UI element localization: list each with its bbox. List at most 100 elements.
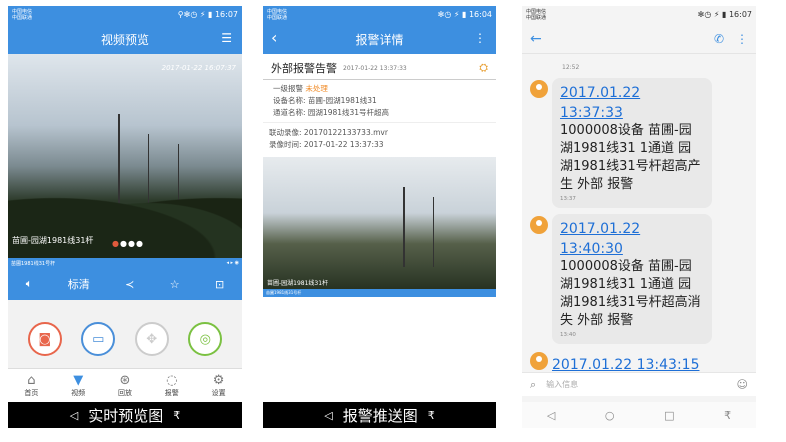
fullscreen-icon[interactable]: ⊡ — [215, 278, 224, 291]
message-bubble: 2017.01.22 13:37:33 1000008设备 苗圃-园湖1981线… — [552, 78, 712, 208]
quality-button[interactable]: 标清 — [68, 276, 90, 292]
camera-icon: ◙ — [38, 331, 52, 347]
status-bar: 中国电信 中国联通 ✻◷ ⚡︎ ▮ 16:04 — [263, 6, 496, 24]
level-label: 一级报警 — [273, 84, 303, 93]
record-value[interactable]: 20170122133733.mvr — [304, 128, 388, 137]
page-indicator: ●●●● — [112, 239, 144, 248]
live-video[interactable]: 2017-01-22 16:07:37 苗圃-园湖1981线31杆 ●●●● — [8, 54, 242, 258]
ptz-button[interactable]: ✥ — [134, 322, 169, 356]
camera-icon: ▼ — [73, 373, 84, 388]
alarm-title: 外部报警告警 — [271, 62, 337, 75]
back-triangle-icon: ◁ — [69, 408, 79, 422]
alarm-video[interactable]: 苗圃-园湖1981线31杆 苗圃1981线31号杆 — [263, 157, 496, 297]
record-button[interactable]: ▭ — [81, 322, 116, 356]
favorite-icon[interactable]: ☆ — [170, 278, 180, 291]
record-time-value: 2017-01-22 13:37:33 — [303, 140, 384, 149]
title-bar: 视频预览 ☰ — [8, 24, 242, 54]
alarm-time: 2017-01-22 13:37:33 — [343, 64, 407, 72]
ptz-icon: ✥ — [146, 331, 158, 347]
microphone-icon: ◎ — [199, 331, 211, 347]
back-arrow-icon[interactable]: ← — [530, 31, 542, 47]
more-vertical-icon[interactable]: ⋮ — [474, 31, 486, 45]
avatar — [530, 352, 548, 370]
time-link[interactable]: 2017.01.22 13:43:15 — [552, 357, 700, 373]
phone-alarm-detail: 中国电信 中国联通 ✻◷ ⚡︎ ▮ 16:04 ‹ 报警详情 ⋮ 外部报警告警 … — [263, 6, 496, 428]
message-bubble: 2017.01.22 13:40:30 1000008设备 苗圃-园湖1981线… — [552, 214, 712, 344]
video-camera-icon: ▭ — [92, 331, 105, 347]
video-caption: 苗圃-园湖1981线31杆 — [12, 236, 94, 245]
alarm-icon: ◌ — [166, 373, 178, 388]
menu-lines-icon[interactable]: ₹ — [724, 409, 731, 422]
caption-text: 实时预览图 — [88, 406, 164, 425]
nav-label: 视频 — [71, 389, 86, 397]
video-info-strip: 苗圃1981线31号杆 — [263, 289, 496, 297]
bottom-nav: ⌂ 首页 ▼ 视频 ⊛ 回放 ◌ 报警 ⚙ 设置 — [8, 368, 242, 402]
nav-video[interactable]: ▼ 视频 — [71, 373, 85, 398]
record-time-label: 录像时间: — [269, 140, 302, 149]
message-list: 12:52 2017.01.22 13:37:33 1000008设备 苗圃-园… — [522, 54, 756, 382]
message-meta: 13:40 — [560, 332, 576, 338]
channel-label: 通道名称: — [273, 108, 306, 117]
strip-label: 苗圃1981线31号杆 — [11, 261, 56, 267]
phone-live-preview: 中国电信 中国联通 ⚲✻◷ ⚡︎ ▮ 16:07 视频预览 ☰ 2017-01-… — [8, 6, 242, 428]
nav-alarm[interactable]: ◌ 报警 — [165, 373, 179, 398]
channel-value: 园湖1981线31号杆超高 — [307, 108, 390, 117]
message-meta: 12:52 — [562, 64, 580, 71]
nav-label: 设置 — [211, 389, 226, 397]
time-link[interactable]: 2017.01.22 13:37:33 — [560, 85, 640, 121]
status-bar: 中国电信 中国联通 ✻◷ ⚡︎ ▮ 16:07 — [522, 6, 756, 24]
home-icon: ⌂ — [27, 373, 36, 388]
more-vertical-icon[interactable]: ⋮ — [736, 32, 748, 46]
carrier-label: 中国电信 中国联通 — [526, 9, 547, 21]
video-timestamp: 2017-01-22 16:07:37 — [161, 64, 236, 72]
mute-icon[interactable]: 🔈︎ — [26, 277, 33, 291]
recents-square-icon[interactable]: □ — [664, 409, 674, 422]
nav-label: 首页 — [24, 389, 39, 397]
nav-home[interactable]: ⌂ 首页 — [24, 373, 38, 398]
power-tower — [433, 197, 434, 267]
menu-lines-icon: ₹ — [427, 408, 435, 422]
carrier-label: 中国电信 中国联通 — [267, 9, 288, 21]
video-controls: 🔈︎ 标清 ≺ ☆ ⊡ — [8, 268, 242, 300]
system-nav: ◁ ○ □ ₹ — [522, 402, 756, 428]
page-title: 视频预览 — [100, 32, 149, 47]
device-value: 苗圃-园湖1981线31 — [307, 96, 377, 105]
attachment-icon[interactable]: ⌕ — [530, 378, 536, 392]
status-icons: ⚲✻◷ ⚡︎ ▮ 16:07 — [177, 10, 238, 19]
back-triangle-icon: ◁ — [324, 408, 333, 422]
talk-button[interactable]: ◎ — [188, 322, 223, 356]
snapshot-button[interactable]: ◙ — [27, 322, 62, 356]
figure-caption: ◁ 报警推送图 ₹ — [263, 402, 496, 428]
back-triangle-icon[interactable]: ◁ — [547, 409, 555, 422]
share-icon[interactable]: ≺ — [125, 278, 134, 291]
status-bar: 中国电信 中国联通 ⚲✻◷ ⚡︎ ▮ 16:07 — [8, 6, 242, 24]
page-title: 报警详情 — [355, 32, 404, 47]
emoji-icon[interactable]: ☺ — [737, 378, 748, 391]
siren-icon: ⛭ — [479, 61, 488, 74]
message-input[interactable]: 输入信息 — [546, 379, 726, 390]
caption-text: 报警推送图 — [342, 406, 418, 425]
power-tower — [403, 187, 405, 267]
nav-playback[interactable]: ⊛ 回放 — [118, 373, 132, 398]
gear-icon: ⚙ — [212, 373, 225, 388]
back-arrow-icon[interactable]: ‹ — [271, 28, 277, 47]
phone-call-icon[interactable]: ✆ — [714, 32, 724, 46]
status-icons: ✻◷ ⚡︎ ▮ 16:07 — [697, 10, 752, 19]
home-circle-icon[interactable]: ○ — [605, 409, 615, 422]
alarm-info: 一级报警 未处理 设备名称: 苗圃-园湖1981线31 通道名称: 园湖1981… — [263, 80, 496, 122]
status-icons: ✻◷ ⚡︎ ▮ 16:04 — [437, 10, 492, 19]
phone-sms-alerts: 中国电信 中国联通 ✻◷ ⚡︎ ▮ 16:07 ← ✆ ⋮ 12:52 2017… — [522, 6, 756, 428]
message-item[interactable]: 2017.01.22 13:37:33 1000008设备 苗圃-园湖1981线… — [522, 74, 756, 210]
message-meta: 13:37 — [560, 196, 576, 202]
avatar — [530, 216, 548, 234]
nav-label: 回放 — [117, 389, 132, 397]
device-label: 设备名称: — [273, 96, 306, 105]
message-item[interactable]: 2017.01.22 13:40:30 1000008设备 苗圃-园湖1981线… — [522, 210, 756, 346]
nav-settings[interactable]: ⚙ 设置 — [212, 373, 226, 398]
video-info-strip: 苗圃1981线31号杆 ◂ ▸ ◉ — [8, 258, 242, 268]
carrier-label: 中国电信 中国联通 — [12, 9, 33, 21]
menu-icon[interactable]: ☰ — [221, 31, 232, 45]
time-link[interactable]: 2017.01.22 13:40:30 — [560, 221, 640, 257]
figure-caption: ◁ 实时预览图 ₹ — [8, 402, 242, 428]
strip-label: 苗圃1981线31号杆 — [266, 290, 302, 295]
